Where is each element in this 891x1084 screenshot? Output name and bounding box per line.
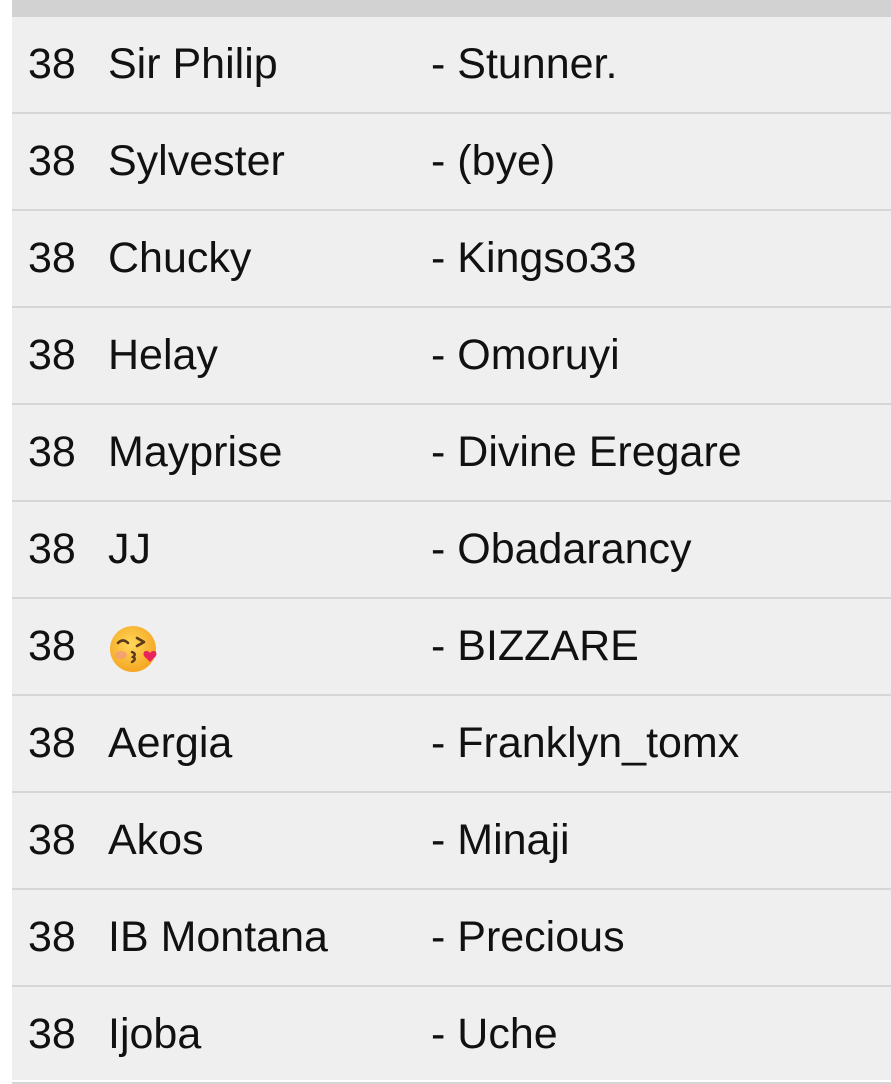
list-item: 38 Chucky - Kingso33 [12, 211, 891, 308]
row-partner: - Kingso33 [431, 234, 637, 282]
row-number: 38 [28, 428, 76, 476]
row-number: 38 [28, 40, 76, 88]
row-number: 38 [28, 816, 76, 864]
kissing-face-emoji-icon [110, 626, 157, 672]
list-item: 38 Helay - Omoruyi [12, 308, 891, 405]
row-partner: - Minaji [431, 816, 570, 864]
row-name: Akos [108, 816, 204, 864]
row-name: Helay [108, 331, 218, 379]
list-item: 38 - BIZZARE [12, 599, 891, 696]
row-partner: - Stunner. [431, 40, 618, 88]
list-item: 38 Mayprise - Divine Eregare [12, 405, 891, 502]
row-name: Ijoba [108, 1010, 202, 1058]
row-name: Chucky [108, 234, 252, 282]
row-number: 38 [28, 1010, 76, 1058]
row-name: Sir Philip [108, 40, 278, 88]
list-item: 38 Akos - Minaji [12, 793, 891, 890]
row-name: Aergia [108, 719, 233, 767]
row-name: IB Montana [108, 913, 328, 961]
row-partner: - BIZZARE [431, 622, 639, 670]
list-item: 38 JJ - Obadarancy [12, 502, 891, 599]
row-partner: - Obadarancy [431, 525, 692, 573]
pairing-list: 38 Sir Philip - Stunner. 38 Sylvester - … [12, 17, 891, 1084]
row-partner: - Uche [431, 1010, 558, 1058]
list-item: 38 IB Montana - Precious [12, 890, 891, 987]
row-number: 38 [28, 234, 76, 282]
list-item: 38 Ijoba - Uche [12, 987, 891, 1084]
top-divider-strip [12, 0, 891, 17]
list-item: 38 Sir Philip - Stunner. [12, 17, 891, 114]
row-number: 38 [28, 622, 76, 670]
row-number: 38 [28, 137, 76, 185]
row-number: 38 [28, 719, 76, 767]
row-partner: - Precious [431, 913, 625, 961]
list-item: 38 Sylvester - (bye) [12, 114, 891, 211]
row-partner: - Omoruyi [431, 331, 620, 379]
list-item: 38 Aergia - Franklyn_tomx [12, 696, 891, 793]
row-partner: - Franklyn_tomx [431, 719, 740, 767]
row-name: Sylvester [108, 137, 285, 185]
row-name: JJ [108, 525, 151, 573]
row-number: 38 [28, 331, 76, 379]
row-partner: - (bye) [431, 137, 556, 185]
row-number: 38 [28, 525, 76, 573]
row-number: 38 [28, 913, 76, 961]
pairing-list-panel: 38 Sir Philip - Stunner. 38 Sylvester - … [12, 0, 891, 1084]
row-partner: - Divine Eregare [431, 428, 742, 476]
row-name: Mayprise [108, 428, 283, 476]
